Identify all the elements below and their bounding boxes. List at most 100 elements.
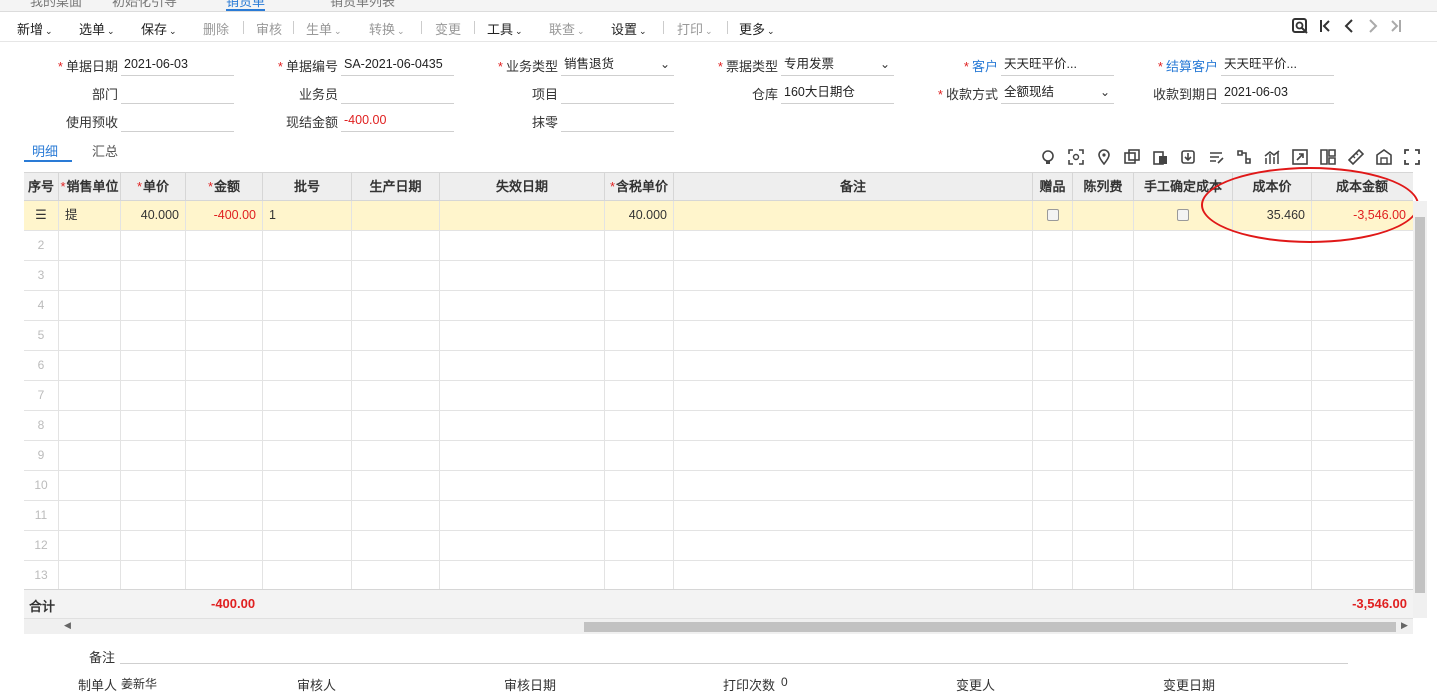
grid-cell[interactable]	[186, 231, 263, 260]
grid-cell[interactable]	[674, 261, 1033, 290]
grid-cell[interactable]	[1033, 291, 1073, 320]
grid-cell[interactable]	[263, 441, 352, 470]
grid-cell[interactable]	[352, 291, 440, 320]
table-row[interactable]: 10	[24, 471, 1413, 501]
grid-cell[interactable]	[1033, 381, 1073, 410]
grid-cell[interactable]	[1073, 471, 1134, 500]
table-row[interactable]: 3	[24, 261, 1413, 291]
grid-cell[interactable]	[605, 561, 674, 590]
grid-cell[interactable]	[1312, 411, 1412, 440]
grid-cell[interactable]	[1233, 441, 1312, 470]
grid-cell[interactable]	[352, 261, 440, 290]
tab-desktop[interactable]: 我的桌面	[30, 0, 82, 11]
grid-cell[interactable]	[674, 321, 1033, 350]
grid-cell[interactable]	[186, 471, 263, 500]
grid-cell[interactable]	[1033, 441, 1073, 470]
grid-cell[interactable]	[674, 441, 1033, 470]
grid-cell[interactable]	[605, 261, 674, 290]
split-icon[interactable]	[1236, 149, 1252, 165]
table-row[interactable]: 13	[24, 561, 1413, 591]
tab-detail[interactable]: 明细	[32, 141, 58, 160]
grid-cell[interactable]	[352, 231, 440, 260]
grid-cell[interactable]	[121, 381, 186, 410]
cash-amount-field[interactable]: -400.00	[341, 110, 454, 132]
grid-cell[interactable]	[1233, 321, 1312, 350]
audit-button[interactable]: 审核	[256, 19, 282, 38]
grid-cell[interactable]	[263, 261, 352, 290]
grid-cell[interactable]	[605, 441, 674, 470]
grid-cell[interactable]	[1033, 321, 1073, 350]
prev-icon[interactable]	[1342, 17, 1356, 40]
grid-cell[interactable]	[674, 561, 1033, 590]
cell-unit[interactable]: 提	[59, 201, 121, 230]
tab-sales-order-list[interactable]: 销货单列表	[330, 0, 395, 11]
pay-method-select[interactable]: 全额现结 ⌄	[1001, 82, 1114, 104]
chart-icon[interactable]	[1264, 149, 1280, 165]
grid-cell[interactable]	[263, 531, 352, 560]
scroll-thumb[interactable]	[584, 622, 1396, 632]
grid-cell[interactable]	[352, 321, 440, 350]
grid-cell[interactable]	[352, 531, 440, 560]
grid-cell[interactable]	[121, 351, 186, 380]
grid-cell[interactable]	[1312, 291, 1412, 320]
col-exp-date[interactable]: 失效日期	[440, 173, 605, 201]
grid-cell[interactable]	[440, 351, 605, 380]
grid-cell[interactable]	[263, 411, 352, 440]
col-price[interactable]: *单价	[121, 173, 186, 201]
grid-cell[interactable]	[186, 531, 263, 560]
grid-cell[interactable]	[59, 261, 121, 290]
table-row[interactable]: 6	[24, 351, 1413, 381]
cell-price[interactable]: 40.000	[121, 201, 186, 230]
table-row[interactable]: ☰ 提 40.000 -400.00 1 40.000 35.460 -3,54…	[24, 201, 1413, 231]
grid-cell[interactable]	[352, 381, 440, 410]
grid-cell[interactable]	[59, 291, 121, 320]
grid-cell[interactable]	[605, 531, 674, 560]
grid-cell[interactable]	[1073, 561, 1134, 590]
grid-cell[interactable]	[1073, 231, 1134, 260]
table-row[interactable]: 7	[24, 381, 1413, 411]
grid-cell[interactable]	[1073, 321, 1134, 350]
table-row[interactable]: 4	[24, 291, 1413, 321]
warehouse-field[interactable]: 160大日期仓	[781, 82, 894, 104]
search-doc-icon[interactable]	[1291, 17, 1309, 40]
grid-cell[interactable]	[1233, 561, 1312, 590]
grid-cell[interactable]	[263, 471, 352, 500]
grid-cell[interactable]	[1073, 441, 1134, 470]
copy-row-icon[interactable]	[1124, 149, 1140, 165]
grid-cell[interactable]	[1312, 351, 1412, 380]
grid-cell[interactable]	[674, 231, 1033, 260]
grid-cell[interactable]	[186, 351, 263, 380]
grid-cell[interactable]	[186, 381, 263, 410]
grid-cell[interactable]	[59, 531, 121, 560]
save-button[interactable]: 保存 ⌄	[141, 19, 177, 38]
scroll-left-icon[interactable]: ◀	[64, 620, 71, 631]
rounding-field[interactable]	[561, 110, 674, 132]
settle-customer-field[interactable]: 天天旺平价...	[1221, 54, 1334, 76]
last-page-icon[interactable]	[1389, 17, 1403, 40]
grid-cell[interactable]	[674, 411, 1033, 440]
next-icon[interactable]	[1366, 17, 1380, 40]
grid-cell[interactable]	[121, 531, 186, 560]
grid-cell[interactable]	[1233, 381, 1312, 410]
grid-cell[interactable]	[59, 411, 121, 440]
ruler-icon[interactable]	[1347, 148, 1365, 166]
grid-cell[interactable]	[605, 411, 674, 440]
grid-cell[interactable]	[352, 501, 440, 530]
grid-cell[interactable]	[121, 231, 186, 260]
import-icon[interactable]	[1180, 149, 1196, 165]
cell-cost-amount[interactable]: -3,546.00	[1312, 201, 1412, 230]
grid-cell[interactable]	[121, 441, 186, 470]
cell-cost-price[interactable]: 35.460	[1233, 201, 1312, 230]
grid-cell[interactable]	[440, 561, 605, 590]
grid-cell[interactable]	[1233, 261, 1312, 290]
select-bill-button[interactable]: 选单 ⌄	[79, 19, 115, 38]
first-page-icon[interactable]	[1318, 17, 1332, 40]
grid-cell[interactable]	[440, 291, 605, 320]
location-icon[interactable]	[1096, 149, 1112, 166]
change-button[interactable]: 变更	[435, 19, 461, 38]
grid-cell[interactable]	[440, 501, 605, 530]
grid-cell[interactable]	[263, 561, 352, 590]
dept-field[interactable]	[121, 82, 234, 104]
query-button[interactable]: 联查 ⌄	[549, 19, 585, 38]
grid-cell[interactable]	[1033, 501, 1073, 530]
